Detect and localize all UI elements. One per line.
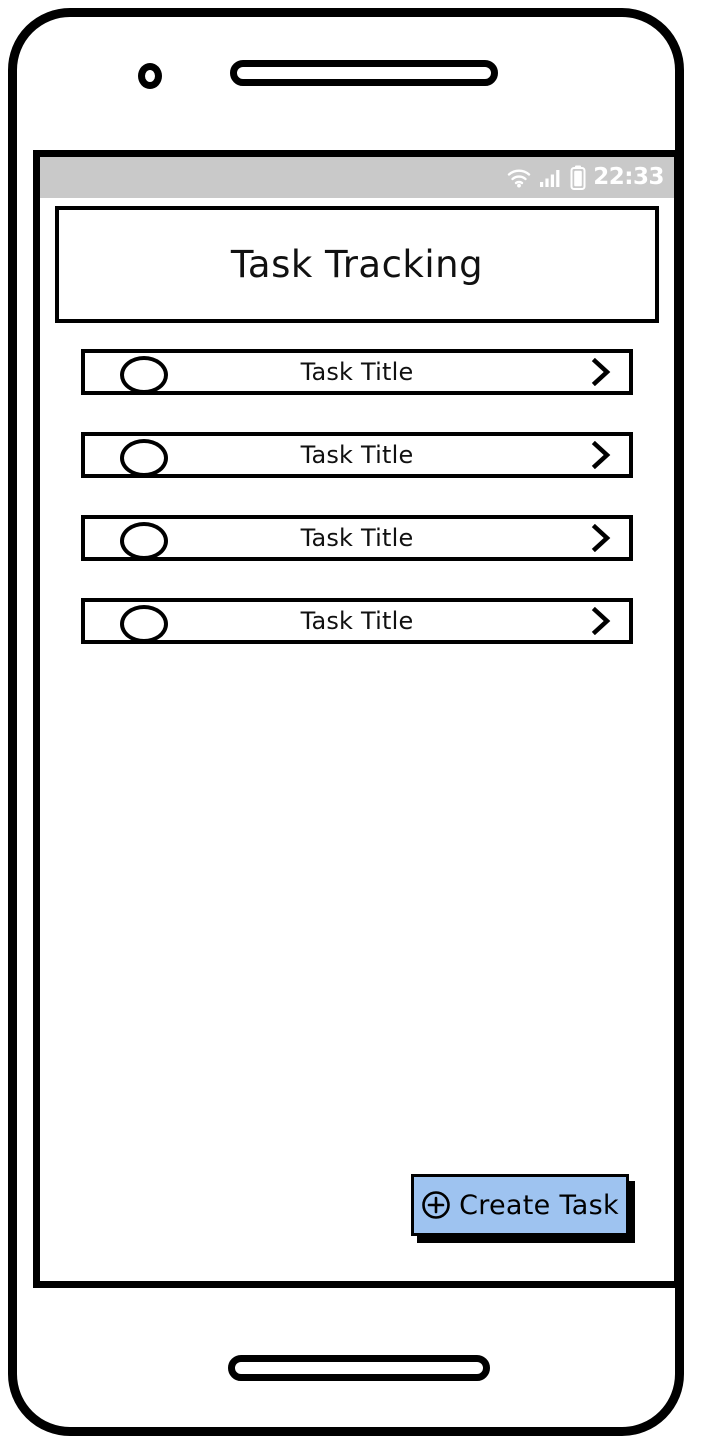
status-bar-time: 22:33: [593, 163, 664, 190]
plus-circle-icon: [421, 1190, 451, 1220]
speaker-grille-icon: [230, 60, 498, 86]
chevron-right-icon[interactable]: [591, 441, 611, 469]
app-title-bar: Task Tracking: [55, 206, 659, 323]
home-button-icon[interactable]: [228, 1355, 490, 1381]
chevron-right-icon[interactable]: [591, 524, 611, 552]
create-task-button[interactable]: Create Task: [411, 1174, 629, 1236]
create-task-button-wrap: Create Task: [411, 1174, 635, 1243]
wifi-icon: [506, 168, 532, 188]
create-task-button-label: Create Task: [459, 1189, 619, 1221]
task-list-item[interactable]: Task Title: [81, 349, 633, 395]
phone-screen: 22:33 Task Tracking Task Title Task Titl…: [33, 150, 681, 1288]
camera-dot-icon: [138, 63, 162, 89]
circle-checkbox-icon[interactable]: [120, 356, 168, 394]
chevron-right-icon[interactable]: [591, 607, 611, 635]
circle-checkbox-icon[interactable]: [120, 522, 168, 560]
chevron-right-icon[interactable]: [591, 358, 611, 386]
signal-bars-icon: [539, 168, 563, 188]
circle-checkbox-icon[interactable]: [120, 605, 168, 643]
status-bar: 22:33: [40, 157, 674, 198]
task-list-item[interactable]: Task Title: [81, 432, 633, 478]
task-list-item[interactable]: Task Title: [81, 515, 633, 561]
task-list-item[interactable]: Task Title: [81, 598, 633, 644]
screenshot-root: 22:33 Task Tracking Task Title Task Titl…: [0, 0, 712, 1450]
page-title: Task Tracking: [230, 243, 484, 286]
circle-checkbox-icon[interactable]: [120, 439, 168, 477]
task-list: Task Title Task Title Task Title Task Ti…: [40, 349, 674, 644]
battery-icon: [570, 165, 586, 190]
